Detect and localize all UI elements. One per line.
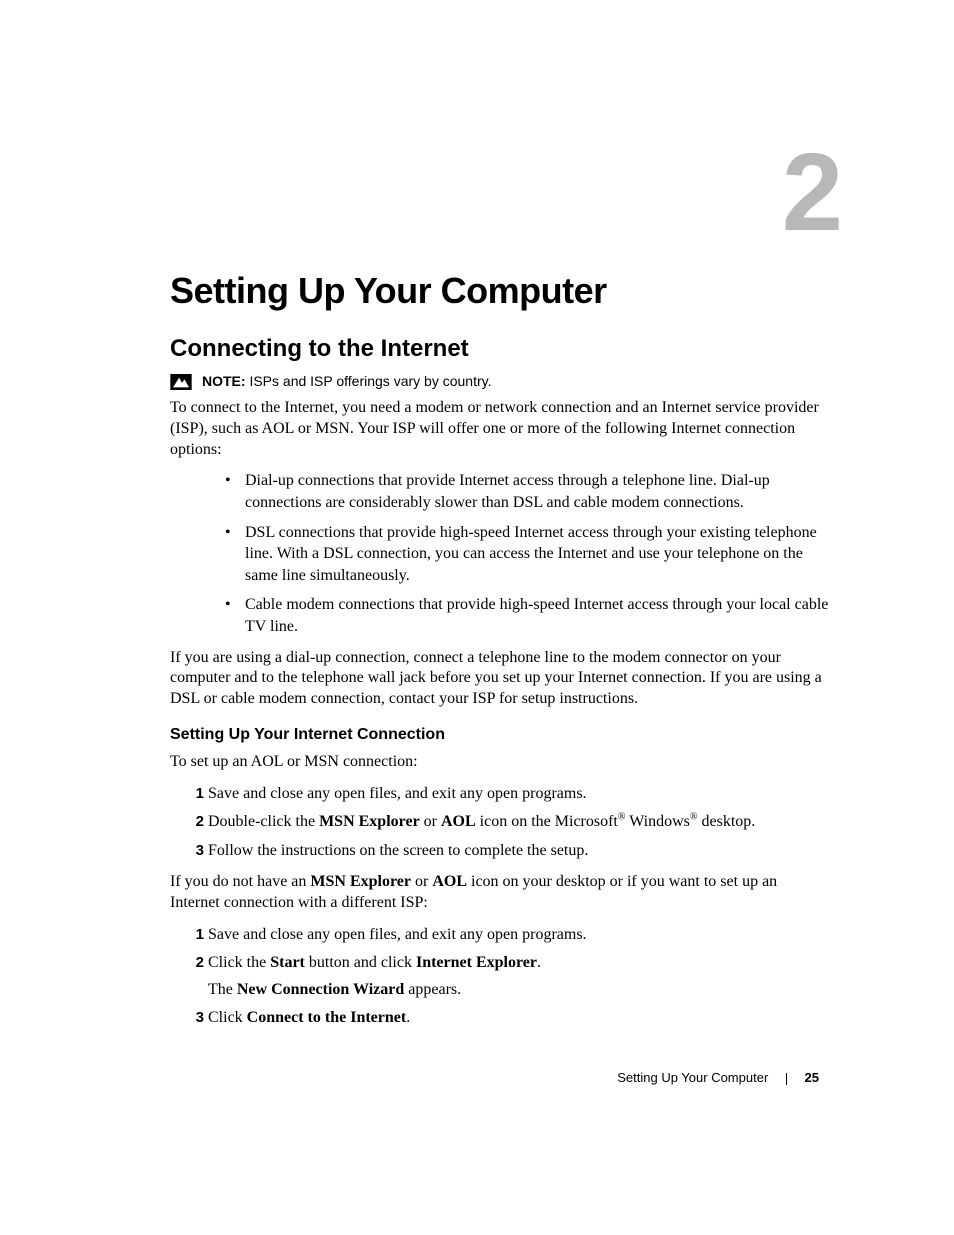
footer-divider — [786, 1073, 787, 1085]
connection-options-list: Dial-up connections that provide Interne… — [170, 470, 830, 637]
list-item: Dial-up connections that provide Interne… — [225, 470, 830, 513]
step-text: Save and close any open files, and exit … — [208, 926, 587, 943]
note-body: ISPs and ISP offerings vary by country. — [249, 373, 491, 389]
section-title: Connecting to the Internet — [170, 335, 830, 363]
footer-title: Setting Up Your Computer — [617, 1070, 768, 1085]
page-footer: Setting Up Your Computer 25 — [617, 1070, 819, 1085]
intro-paragraph: To connect to the Internet, you need a m… — [170, 398, 830, 460]
step-item: 2 Click the Start button and click Inter… — [190, 952, 830, 1001]
steps2-lead: If you do not have an MSN Explorer or AO… — [170, 872, 830, 914]
steps1-lead: To set up an AOL or MSN connection: — [170, 752, 830, 773]
note-text: NOTE: ISPs and ISP offerings vary by cou… — [202, 373, 491, 389]
step-text: Click the Start button and click Interne… — [208, 954, 541, 971]
list-item: Cable modem connections that provide hig… — [225, 594, 830, 637]
step-text: Follow the instructions on the screen to… — [208, 842, 588, 859]
note-icon — [170, 374, 192, 390]
step-text: Double-click the MSN Explorer or AOL ico… — [208, 813, 755, 830]
after-bullets-paragraph: If you are using a dial-up connection, c… — [170, 648, 830, 710]
chapter-number: 2 — [782, 138, 839, 248]
chapter-title: Setting Up Your Computer — [170, 270, 607, 312]
page-number: 25 — [805, 1070, 819, 1085]
steps-list-2: 1Save and close any open files, and exit… — [170, 924, 830, 1030]
step-text: Save and close any open files, and exit … — [208, 785, 587, 802]
steps-list-1: 1Save and close any open files, and exit… — [170, 783, 830, 863]
step-subtext: The New Connection Wizard appears. — [208, 979, 830, 1001]
note-callout: NOTE: ISPs and ISP offerings vary by cou… — [170, 373, 830, 390]
note-label: NOTE: — [202, 373, 246, 389]
list-item: DSL connections that provide high-speed … — [225, 522, 830, 587]
subsection-title: Setting Up Your Internet Connection — [170, 726, 830, 744]
step-item: 3 Click Connect to the Internet. — [190, 1007, 830, 1029]
step-text: Click Connect to the Internet. — [208, 1009, 410, 1026]
document-page: 2 Setting Up Your Computer Connecting to… — [0, 0, 954, 1235]
page-content: Connecting to the Internet NOTE: ISPs an… — [170, 335, 830, 1039]
step-item: 3Follow the instructions on the screen t… — [190, 840, 830, 862]
step-item: 1Save and close any open files, and exit… — [190, 924, 830, 946]
step-item: 1Save and close any open files, and exit… — [190, 783, 830, 805]
step-item: 2 Double-click the MSN Explorer or AOL i… — [190, 811, 830, 834]
